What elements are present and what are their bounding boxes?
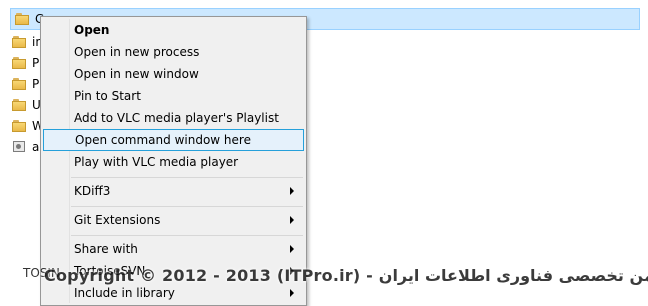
menu-item-label: Play with VLC media player bbox=[74, 155, 239, 169]
file-name: a bbox=[32, 139, 40, 154]
folder-icon bbox=[12, 77, 26, 90]
menu-item-git-extensions[interactable]: Git Extensions bbox=[43, 209, 304, 231]
file-row[interactable]: a bbox=[8, 136, 39, 157]
menu-item-label: Git Extensions bbox=[74, 213, 161, 227]
drive-icon bbox=[13, 141, 25, 152]
submenu-arrow-icon bbox=[290, 289, 294, 297]
file-row[interactable]: W bbox=[8, 115, 44, 136]
submenu-arrow-icon bbox=[290, 245, 294, 253]
menu-item-play-vlc[interactable]: Play with VLC media player bbox=[43, 151, 304, 173]
folder-icon bbox=[15, 13, 29, 25]
folder-icon bbox=[12, 35, 26, 48]
submenu-arrow-icon bbox=[290, 216, 294, 224]
file-row[interactable]: U bbox=[8, 94, 41, 115]
menu-item-label: Share with bbox=[74, 242, 138, 256]
menu-item-label: Pin to Start bbox=[74, 89, 141, 103]
menu-item-open-new-window[interactable]: Open in new window bbox=[43, 63, 304, 85]
folder-icon bbox=[12, 119, 26, 132]
folder-icon bbox=[12, 98, 26, 111]
folder-icon bbox=[12, 56, 26, 69]
file-row[interactable]: P bbox=[8, 52, 39, 73]
submenu-arrow-icon bbox=[290, 187, 294, 195]
file-name: P bbox=[32, 76, 40, 91]
menu-item-label: Open command window here bbox=[75, 133, 251, 147]
menu-item-add-vlc-playlist[interactable]: Add to VLC media player's Playlist bbox=[43, 107, 304, 129]
menu-item-label: Include in library bbox=[74, 286, 175, 300]
menu-item-label: Add to VLC media player's Playlist bbox=[74, 111, 279, 125]
file-row[interactable]: in bbox=[8, 31, 43, 52]
menu-item-label: Open bbox=[74, 23, 110, 37]
file-name: P bbox=[32, 55, 40, 70]
menu-item-include-in-library[interactable]: Include in library bbox=[43, 282, 304, 304]
copyright-watermark: Copyright © 2012 - 2013 (ITPro.ir) - انج… bbox=[44, 266, 648, 285]
menu-item-kdiff3[interactable]: KDiff3 bbox=[43, 180, 304, 202]
menu-separator bbox=[71, 235, 303, 236]
menu-separator bbox=[71, 206, 303, 207]
menu-item-open-new-process[interactable]: Open in new process bbox=[43, 41, 304, 63]
menu-item-label: Open in new window bbox=[74, 67, 199, 81]
menu-item-open-command-window[interactable]: Open command window here bbox=[43, 129, 304, 151]
menu-item-open[interactable]: Open bbox=[43, 19, 304, 41]
menu-item-label: Open in new process bbox=[74, 45, 200, 59]
context-menu: Open Open in new process Open in new win… bbox=[40, 16, 307, 306]
menu-separator bbox=[71, 177, 303, 178]
menu-item-share-with[interactable]: Share with bbox=[43, 238, 304, 260]
menu-item-label: KDiff3 bbox=[74, 184, 111, 198]
file-row[interactable]: P bbox=[8, 73, 39, 94]
menu-item-pin-to-start[interactable]: Pin to Start bbox=[43, 85, 304, 107]
